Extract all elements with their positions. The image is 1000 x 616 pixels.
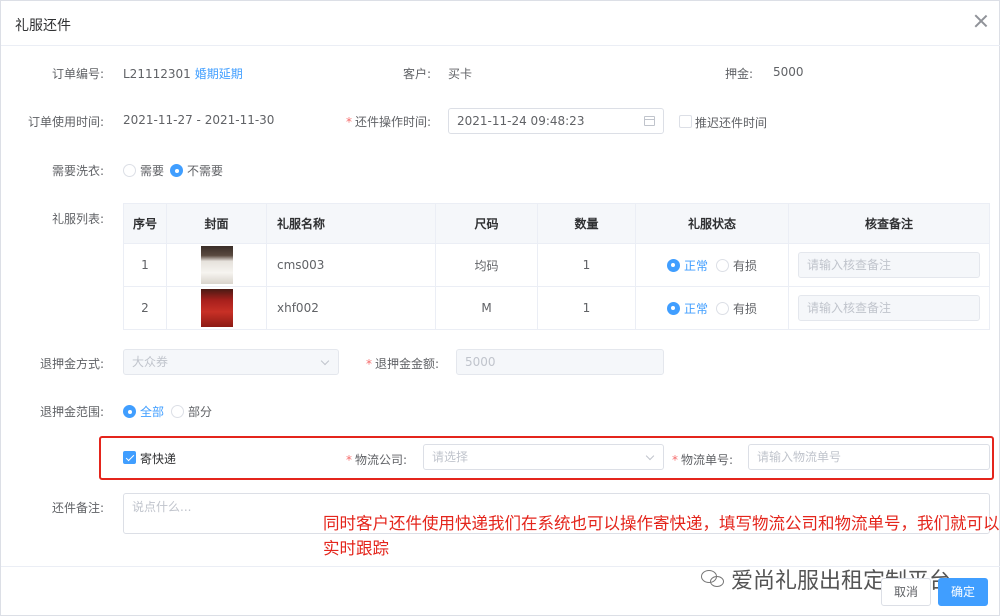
radio-checked-icon bbox=[170, 164, 183, 177]
table-row: 1 cms003 均码 1 正常 有损 请输入核查备注 bbox=[123, 243, 990, 287]
dress-list-label: 礼服列表: bbox=[51, 212, 104, 226]
status-normal-radio[interactable]: 正常 bbox=[666, 257, 708, 274]
status-damaged-radio[interactable]: 有损 bbox=[716, 257, 757, 274]
refund-amount-value: 5000 bbox=[465, 355, 496, 369]
col-index: 序号 bbox=[123, 203, 167, 244]
table-header-row: 序号 封面 礼服名称 尺码 数量 礼服状态 核查备注 bbox=[123, 203, 990, 244]
order-no-label: 订单编号: bbox=[51, 67, 104, 81]
annotation-text: 同时客户还件使用快递我们在系统也可以操作寄快递，填写物流公司和物流单号，我们就可… bbox=[323, 514, 1000, 558]
status-normal-radio[interactable]: 正常 bbox=[666, 300, 708, 317]
customer-value: 买卡 bbox=[448, 67, 473, 81]
dialog-title: 礼服还件 bbox=[15, 18, 71, 34]
cancel-button[interactable]: 取消 bbox=[881, 578, 931, 606]
deposit-value: 5000 bbox=[773, 65, 804, 79]
wash-option-yes[interactable]: 需要 bbox=[123, 162, 164, 179]
row-status: 正常 有损 bbox=[635, 243, 789, 287]
check-note-input[interactable]: 请输入核查备注 bbox=[798, 295, 980, 321]
close-icon[interactable] bbox=[973, 13, 989, 29]
row-qty: 1 bbox=[537, 243, 636, 287]
radio-checked-icon bbox=[666, 258, 680, 272]
tracking-no-label: * 物流单号: bbox=[671, 453, 733, 467]
radio-checked-icon bbox=[666, 301, 680, 315]
dialog-header: 礼服还件 bbox=[1, 1, 1000, 46]
row-name: cms003 bbox=[266, 243, 436, 287]
logistics-company-label: * 物流公司: bbox=[345, 453, 407, 467]
refund-amount-label: * 退押金金额: bbox=[365, 357, 439, 371]
row-size: 均码 bbox=[435, 243, 538, 287]
row-size: M bbox=[435, 286, 538, 330]
col-cover: 封面 bbox=[166, 203, 267, 244]
refund-amount-input[interactable]: 5000 bbox=[456, 349, 664, 375]
return-time-label: * 还件操作时间: bbox=[345, 115, 431, 129]
row-cover bbox=[166, 286, 267, 330]
order-no: L21112301 婚期延期 bbox=[123, 65, 243, 82]
tracking-no-placeholder: 请输入物流单号 bbox=[757, 450, 842, 464]
radio-icon bbox=[716, 258, 729, 272]
row-note: 请输入核查备注 bbox=[788, 286, 990, 330]
refund-scope-all[interactable]: 全部 bbox=[123, 403, 164, 420]
calendar-icon bbox=[644, 116, 655, 126]
status-damaged-radio[interactable]: 有损 bbox=[716, 300, 757, 317]
radio-checked-icon bbox=[123, 405, 136, 418]
express-checkbox[interactable] bbox=[123, 451, 136, 464]
radio-icon bbox=[716, 301, 729, 315]
row-index: 2 bbox=[123, 286, 167, 330]
delay-return-checkbox[interactable] bbox=[679, 115, 692, 128]
wechat-icon bbox=[701, 568, 727, 590]
return-dialog: 礼服还件 订单编号: L21112301 婚期延期 客户: 买卡 押金: 5000… bbox=[0, 0, 1000, 616]
tracking-no-input[interactable]: 请输入物流单号 bbox=[748, 444, 990, 470]
dress-thumbnail[interactable] bbox=[200, 246, 233, 284]
wedding-delay-link[interactable]: 婚期延期 bbox=[195, 67, 243, 81]
row-index: 1 bbox=[123, 243, 167, 287]
row-note: 请输入核查备注 bbox=[788, 243, 990, 287]
refund-scope-label: 退押金范围: bbox=[39, 405, 104, 419]
row-qty: 1 bbox=[537, 286, 636, 330]
chevron-down-icon bbox=[320, 356, 330, 366]
col-status: 礼服状态 bbox=[635, 203, 789, 244]
return-time-value: 2021-11-24 09:48:23 bbox=[457, 114, 585, 128]
refund-method-label: 退押金方式: bbox=[39, 357, 104, 371]
row-cover bbox=[166, 243, 267, 287]
row-status: 正常 有损 bbox=[635, 286, 789, 330]
col-size: 尺码 bbox=[435, 203, 538, 244]
logistics-company-select[interactable]: 请选择 bbox=[423, 444, 664, 470]
confirm-button[interactable]: 确定 bbox=[938, 578, 988, 606]
dress-table: 序号 封面 礼服名称 尺码 数量 礼服状态 核查备注 1 cms003 均码 1… bbox=[123, 203, 990, 330]
use-time-value: 2021-11-27 - 2021-11-30 bbox=[123, 113, 275, 127]
chevron-down-icon bbox=[645, 451, 655, 461]
express-checkbox-label: 寄快递 bbox=[140, 452, 177, 466]
check-note-input[interactable]: 请输入核查备注 bbox=[798, 252, 980, 278]
refund-method-value: 大众券 bbox=[132, 355, 169, 369]
wash-label: 需要洗衣: bbox=[51, 164, 104, 178]
radio-icon bbox=[123, 164, 136, 177]
remark-label: 还件备注: bbox=[51, 501, 104, 515]
table-row: 2 xhf002 M 1 正常 有损 请输入核查备注 bbox=[123, 286, 990, 330]
row-name: xhf002 bbox=[266, 286, 436, 330]
refund-method-select[interactable]: 大众券 bbox=[123, 349, 339, 375]
use-time-label: 订单使用时间: bbox=[27, 115, 104, 129]
order-no-value: L21112301 bbox=[123, 67, 191, 81]
dress-thumbnail[interactable] bbox=[200, 289, 233, 327]
col-note: 核查备注 bbox=[788, 203, 990, 244]
return-time-picker[interactable]: 2021-11-24 09:48:23 bbox=[448, 108, 664, 134]
col-name: 礼服名称 bbox=[266, 203, 436, 244]
delay-return-label: 推迟还件时间 bbox=[695, 116, 768, 130]
col-qty: 数量 bbox=[537, 203, 636, 244]
deposit-label: 押金: bbox=[724, 67, 753, 81]
refund-scope-partial[interactable]: 部分 bbox=[171, 403, 212, 420]
logistics-company-placeholder: 请选择 bbox=[432, 450, 469, 464]
customer-label: 客户: bbox=[402, 67, 431, 81]
wash-option-no[interactable]: 不需要 bbox=[170, 162, 223, 179]
radio-icon bbox=[171, 405, 184, 418]
